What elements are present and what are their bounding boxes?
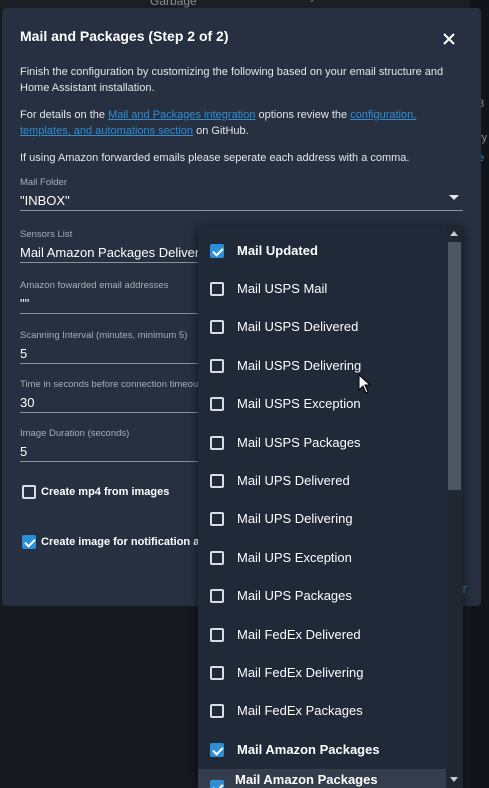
option-checkbox[interactable] — [210, 666, 224, 680]
sensors-dropdown-menu: Mail Updated Mail USPS Mail Mail USPS De… — [198, 226, 463, 788]
notification-image-checkbox-label: Create image for notification apps — [41, 536, 219, 548]
menu-option[interactable]: Mail UPS Delivering — [198, 500, 446, 538]
mouse-cursor-icon — [358, 374, 372, 394]
menu-option[interactable]: Mail FedEx Delivering — [198, 654, 446, 692]
integration-link[interactable]: Mail and Packages integration — [108, 109, 255, 121]
intro-text: Finish the configuration by customizing … — [20, 66, 444, 94]
details-text: For details on the Mail and Packages int… — [20, 107, 465, 139]
option-checkbox[interactable] — [210, 780, 224, 788]
option-label: Mail FedEx Delivering — [237, 665, 364, 680]
dialog-title: Mail and Packages (Step 2 of 2) — [20, 28, 229, 44]
menu-option[interactable]: Mail USPS Delivering — [198, 347, 446, 385]
option-label: Mail FedEx Delivered — [237, 627, 361, 642]
menu-option[interactable]: Mail UPS Packages — [198, 577, 446, 615]
menu-option[interactable]: Mail Updated — [198, 232, 446, 270]
option-label: Mail UPS Exception — [237, 550, 352, 565]
option-checkbox[interactable] — [210, 628, 224, 642]
mail-folder-select[interactable]: Mail Folder "INBOX" — [20, 177, 463, 211]
dropdown-arrow-icon — [449, 195, 459, 200]
option-checkbox[interactable] — [210, 743, 224, 757]
option-checkbox[interactable] — [210, 704, 224, 718]
menu-option[interactable]: Mail USPS Exception — [198, 385, 446, 423]
menu-option[interactable]: Mail UPS Delivered — [198, 462, 446, 500]
details-suffix: on GitHub. — [193, 125, 249, 137]
option-checkbox[interactable] — [210, 320, 224, 334]
chevron-right-icon: › — [310, 0, 314, 6]
option-label: Mail FedEx Packages — [237, 703, 363, 718]
scrollbar-thumb[interactable] — [448, 242, 461, 490]
menu-option[interactable]: Mail Amazon Packages — [198, 731, 446, 769]
menu-option[interactable]: Mail USPS Mail — [198, 270, 446, 308]
option-label: Mail Updated — [237, 243, 318, 258]
option-label: Mail UPS Packages — [237, 588, 352, 603]
background-header — [0, 0, 489, 8]
option-checkbox[interactable] — [210, 512, 224, 526]
background-item-label: Garbage — [150, 0, 197, 8]
option-label: Mail USPS Packages — [237, 435, 361, 450]
scroll-down-arrow-icon[interactable] — [450, 777, 458, 782]
option-label: Mail Amazon Packages — [235, 772, 378, 787]
notification-image-checkbox[interactable] — [22, 535, 36, 549]
menu-option[interactable]: Mail FedEx Packages — [198, 692, 446, 730]
option-label: Mail USPS Delivering — [237, 358, 362, 373]
option-label: Mail Amazon Packages — [237, 742, 380, 757]
mp4-checkbox-label: Create mp4 from images — [41, 486, 170, 498]
menu-scrollbar[interactable] — [446, 226, 463, 788]
mp4-checkbox[interactable] — [22, 485, 36, 499]
menu-option[interactable]: Mail FedEx Delivered — [198, 616, 446, 654]
option-label: Mail UPS Delivered — [237, 473, 350, 488]
option-checkbox[interactable] — [210, 359, 224, 373]
close-icon — [443, 33, 455, 45]
option-checkbox[interactable] — [210, 551, 224, 565]
option-checkbox[interactable] — [210, 589, 224, 603]
option-checkbox[interactable] — [210, 397, 224, 411]
field-value: "INBOX" — [20, 193, 70, 208]
option-label: Mail USPS Delivered — [237, 319, 359, 334]
scroll-up-arrow-icon[interactable] — [450, 231, 458, 236]
details-prefix: For details on the — [20, 109, 109, 121]
close-button[interactable] — [438, 28, 460, 50]
option-label: Mail USPS Exception — [237, 396, 361, 411]
option-label: Mail USPS Mail — [237, 281, 328, 296]
menu-option[interactable]: Mail Amazon Packages — [198, 769, 446, 788]
details-mid: options review the — [255, 109, 351, 121]
field-label: Mail Folder — [20, 177, 67, 188]
menu-option[interactable]: Mail USPS Delivered — [198, 308, 446, 346]
menu-option[interactable]: Mail UPS Exception — [198, 539, 446, 577]
menu-option[interactable]: Mail USPS Packages — [198, 424, 446, 462]
option-checkbox[interactable] — [210, 474, 224, 488]
option-label: Mail UPS Delivering — [237, 511, 353, 526]
option-checkbox[interactable] — [210, 244, 224, 258]
option-checkbox[interactable] — [210, 436, 224, 450]
amazon-note-text: If using Amazon forwarded emails please … — [20, 152, 410, 164]
option-checkbox[interactable] — [210, 282, 224, 296]
